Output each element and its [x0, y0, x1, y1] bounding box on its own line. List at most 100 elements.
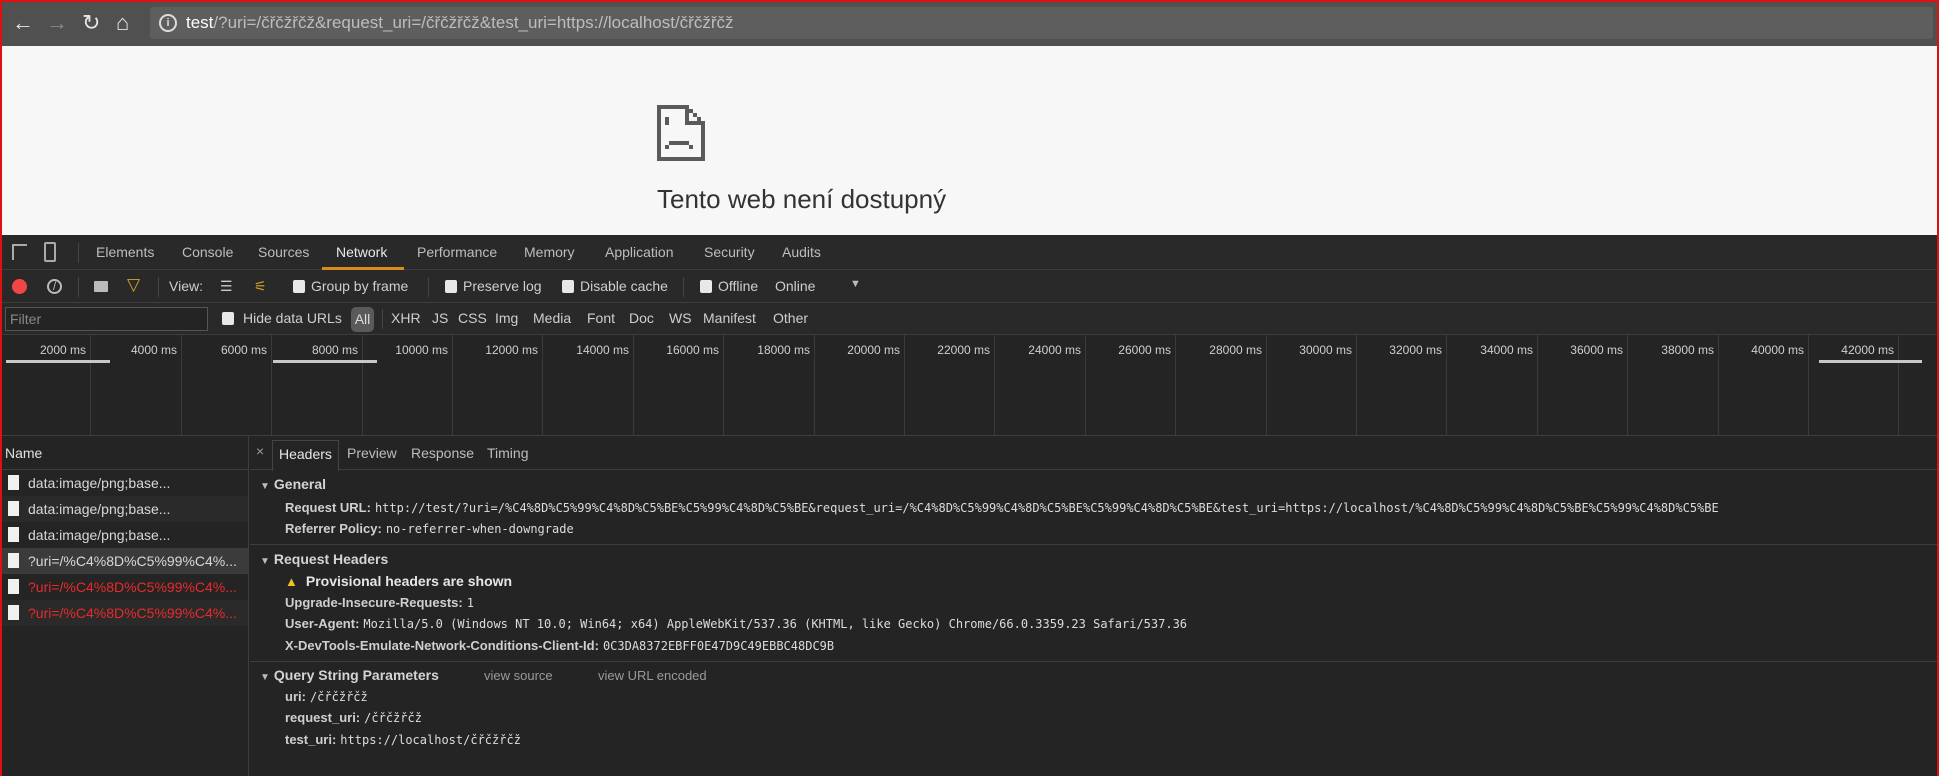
requests-panel: Name data:image/png;base... data:image/pn…: [0, 436, 249, 776]
device-toolbar-icon[interactable]: [44, 242, 56, 262]
throttling-select[interactable]: Online: [775, 278, 815, 294]
forward-icon[interactable]: →: [46, 8, 68, 38]
provisional-warning: ▲ Provisional headers are shown: [285, 573, 512, 589]
filter-type-media[interactable]: Media: [533, 310, 571, 326]
file-icon: [8, 475, 19, 490]
timeline-gridline: [181, 335, 182, 435]
header-value: http://test/?uri=/%C4%8D%C5%99%C4%8D%C5%…: [374, 501, 1719, 515]
timeline-tick-label: 42000 ms: [1841, 343, 1894, 357]
tab-elements[interactable]: Elements: [96, 244, 154, 260]
request-row[interactable]: data:image/png;base...: [0, 470, 248, 496]
page-content: Tento web není dostupný: [0, 46, 1939, 235]
reload-icon[interactable]: ↻: [82, 8, 100, 38]
timeline-gridline: [452, 335, 453, 435]
param-key: request_uri:: [285, 710, 361, 725]
disable-cache-checkbox[interactable]: [562, 280, 574, 293]
waterfall-icon[interactable]: ⚟: [254, 279, 267, 293]
tab-headers[interactable]: Headers: [272, 440, 339, 471]
filter-type-js[interactable]: JS: [432, 310, 448, 326]
filter-type-other[interactable]: Other: [773, 310, 808, 326]
preserve-log-label: Preserve log: [463, 278, 542, 294]
timeline-gridline: [1266, 335, 1267, 435]
filter-type-ws[interactable]: WS: [669, 310, 692, 326]
group-by-frame-checkbox[interactable]: [293, 280, 305, 293]
tab-response[interactable]: Response: [411, 445, 474, 461]
filter-type-xhr[interactable]: XHR: [391, 310, 421, 326]
close-details-icon[interactable]: ×: [256, 443, 264, 459]
filter-icon[interactable]: ▽: [127, 275, 140, 295]
request-row[interactable]: data:image/png;base...: [0, 496, 248, 522]
large-rows-icon[interactable]: ☰: [220, 279, 233, 293]
timeline-tick-label: 6000 ms: [220, 343, 267, 357]
inspect-element-icon[interactable]: [12, 244, 27, 260]
home-icon[interactable]: ⌂: [116, 8, 129, 38]
filter-bar: Hide data URLs All XHR JS CSS Img Media …: [0, 303, 1939, 335]
tab-console[interactable]: Console: [182, 244, 233, 260]
timeline-tick-label: 30000 ms: [1299, 343, 1352, 357]
preserve-log-checkbox[interactable]: [445, 280, 457, 293]
referrer-policy-row: Referrer Policy: no-referrer-when-downgra…: [285, 521, 574, 536]
back-icon[interactable]: ←: [12, 8, 34, 38]
filter-type-font[interactable]: Font: [587, 310, 615, 326]
devtools-tab-bar: Elements Console Sources Network Perform…: [0, 235, 1939, 270]
info-icon[interactable]: i: [159, 14, 177, 32]
tab-network[interactable]: Network: [336, 244, 387, 260]
file-icon: [8, 579, 19, 594]
timeline-tick-label: 8000 ms: [311, 343, 358, 357]
filter-type-doc[interactable]: Doc: [629, 310, 654, 326]
tab-preview[interactable]: Preview: [347, 445, 397, 461]
dropdown-arrow-icon[interactable]: ▼: [850, 278, 861, 290]
warning-icon: ▲: [285, 574, 298, 589]
group-by-frame-label: Group by frame: [311, 278, 409, 294]
view-source-link[interactable]: view source: [484, 668, 553, 683]
timeline-tick-label: 22000 ms: [937, 343, 990, 357]
offline-checkbox[interactable]: [700, 280, 712, 293]
details-tab-bar: × Headers Preview Response Timing: [250, 436, 1939, 471]
request-headers-section-header[interactable]: ▼ Request Headers: [260, 551, 388, 567]
tab-audits[interactable]: Audits: [782, 244, 821, 260]
timeline-gridline: [271, 335, 272, 435]
filter-type-css[interactable]: CSS: [458, 310, 487, 326]
tab-performance[interactable]: Performance: [417, 244, 497, 260]
network-overview-timeline[interactable]: 2000 ms 4000 ms 6000 ms 8000 ms 10000 ms 1200…: [0, 335, 1939, 436]
request-row[interactable]: ?uri=/%C4%8D%C5%99%C4%...: [0, 548, 248, 574]
request-row[interactable]: ?uri=/%C4%8D%C5%99%C4%...: [0, 600, 248, 626]
record-icon[interactable]: [12, 279, 27, 294]
tab-timing[interactable]: Timing: [487, 445, 529, 461]
timeline-request-bar: [272, 360, 377, 363]
section-title: General: [273, 476, 327, 492]
view-url-encoded-link[interactable]: view URL encoded: [598, 668, 707, 683]
timeline-gridline: [90, 335, 91, 435]
header-key: Upgrade-Insecure-Requests:: [285, 595, 463, 610]
query-param-row: request_uri:/čřčžřčž: [285, 710, 422, 725]
timeline-gridline: [1175, 335, 1176, 435]
network-toolbar: / ▽ View: ☰ ⚟ Group by frame Preserve lo…: [0, 270, 1939, 303]
tab-application[interactable]: Application: [605, 244, 674, 260]
clear-icon[interactable]: /: [47, 279, 62, 294]
filter-type-img[interactable]: Img: [495, 310, 518, 326]
address-bar[interactable]: i test/?uri=/čřčžřčž&request_uri=/čřčžřč…: [150, 7, 1933, 39]
offline-label: Offline: [718, 278, 759, 294]
tab-sources[interactable]: Sources: [258, 244, 309, 260]
filter-input[interactable]: [5, 307, 208, 331]
capture-screenshots-icon[interactable]: [94, 281, 108, 292]
general-section-header[interactable]: ▼ General: [260, 476, 326, 492]
param-key: test_uri:: [285, 732, 337, 747]
filter-type-manifest[interactable]: Manifest: [703, 310, 756, 326]
tab-memory[interactable]: Memory: [524, 244, 575, 260]
timeline-gridline: [1627, 335, 1628, 435]
name-column-header[interactable]: Name: [0, 436, 248, 470]
timeline-gridline: [1356, 335, 1357, 435]
param-value: /čřčžřčž: [309, 690, 368, 704]
filter-type-all[interactable]: All: [351, 307, 374, 332]
request-row[interactable]: data:image/png;base...: [0, 522, 248, 548]
hide-data-urls-checkbox[interactable]: [222, 312, 234, 325]
timeline-tick-label: 34000 ms: [1480, 343, 1533, 357]
file-icon: [8, 527, 19, 542]
url-path: /?uri=/čřčžřčž&request_uri=/čřčžřčž&test…: [213, 13, 734, 32]
query-params-section-header[interactable]: ▼ Query String Parameters: [260, 667, 439, 683]
request-row[interactable]: ?uri=/%C4%8D%C5%99%C4%...: [0, 574, 248, 600]
timeline-gridline: [994, 335, 995, 435]
tab-security[interactable]: Security: [704, 244, 755, 260]
error-title: Tento web není dostupný: [657, 184, 947, 214]
